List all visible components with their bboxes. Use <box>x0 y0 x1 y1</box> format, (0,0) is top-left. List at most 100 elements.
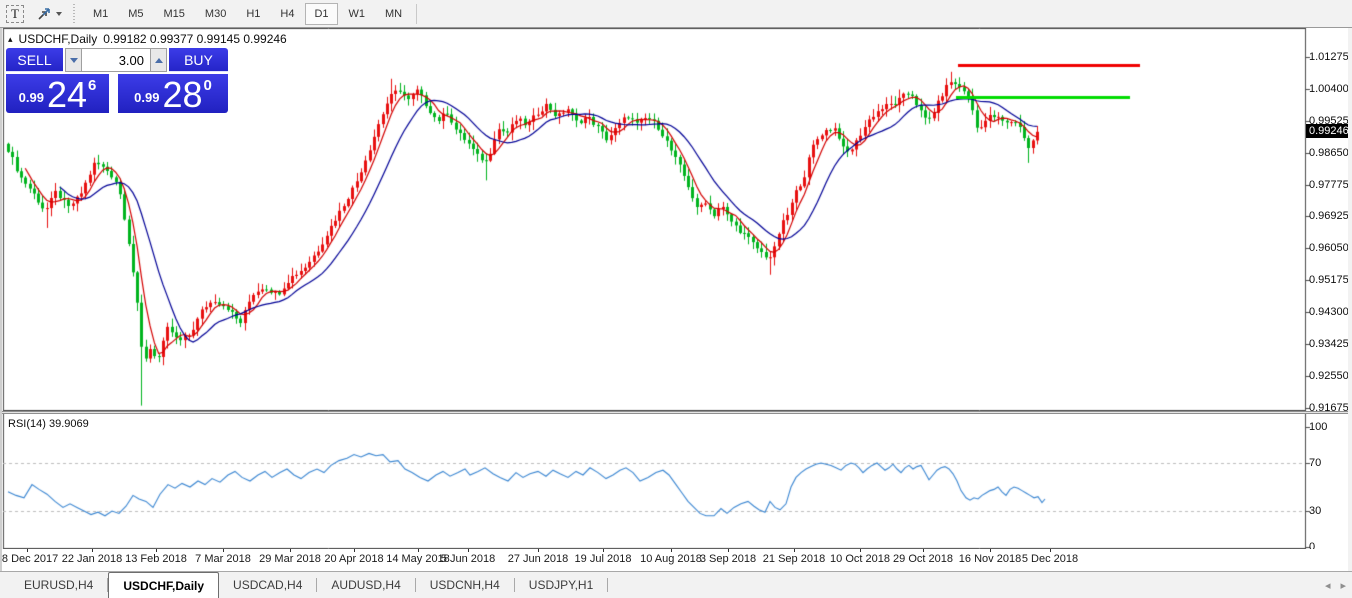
tabs-container: EURUSD,H4USDCHF,DailyUSDCAD,H4AUDUSD,H4U… <box>10 572 608 598</box>
rsi-chart-canvas[interactable] <box>0 414 1352 549</box>
arrows-tool-icon <box>36 6 52 22</box>
date-axis-label: 3 Sep 2018 <box>700 553 756 565</box>
date-tick <box>290 549 291 552</box>
date-tick <box>794 549 795 552</box>
sell-button[interactable]: SELL <box>6 48 63 72</box>
buy-price-big: 28 <box>162 80 202 110</box>
price-axis-label: 0.94300 <box>1309 306 1351 318</box>
window-left-edge <box>0 28 2 571</box>
timeframe-button-M5[interactable]: M5 <box>119 3 152 25</box>
buy-price-base: 0.99 <box>134 90 159 105</box>
sell-price-big: 24 <box>47 80 87 110</box>
date-axis-label: 29 Oct 2018 <box>893 553 953 565</box>
triangle-up-icon <box>155 58 163 63</box>
price-axis-label: 0.97775 <box>1309 179 1351 191</box>
dropdown-caret-icon <box>56 12 62 16</box>
current-price-badge: 0.99246 <box>1306 124 1352 138</box>
date-axis-label: 21 Sep 2018 <box>763 553 825 565</box>
date-axis-label: 10 Aug 2018 <box>640 553 702 565</box>
timeframe-group: M1M5M15M30H1H4D1W1MN <box>83 3 412 25</box>
sell-price-base: 0.99 <box>19 90 44 105</box>
date-tick <box>223 549 224 552</box>
timeframe-button-D1[interactable]: D1 <box>305 3 337 25</box>
chart-tabbar: EURUSD,H4USDCHF,DailyUSDCAD,H4AUDUSD,H4U… <box>0 571 1352 598</box>
date-axis-label: 5 Jun 2018 <box>441 553 495 565</box>
rsi-indicator-label: RSI(14) 39.9069 <box>8 418 89 430</box>
price-axis-label: 0.98650 <box>1309 147 1351 159</box>
arrows-tool-button[interactable] <box>31 2 67 26</box>
date-axis-label: 27 Jun 2018 <box>508 553 569 565</box>
date-axis-label: 5 Dec 2018 <box>1022 553 1078 565</box>
timeframe-button-H1[interactable]: H1 <box>237 3 269 25</box>
date-tick <box>418 549 419 552</box>
text-tool-button[interactable]: T <box>1 2 29 26</box>
timeframe-button-M30[interactable]: M30 <box>196 3 235 25</box>
date-tick <box>860 549 861 552</box>
timeframe-button-M15[interactable]: M15 <box>155 3 194 25</box>
date-tick <box>603 549 604 552</box>
tab-separator <box>607 578 608 592</box>
date-tick <box>671 549 672 552</box>
window-right-edge <box>1348 28 1352 571</box>
date-tick <box>923 549 924 552</box>
price-axis-label: 1.01275 <box>1309 51 1351 63</box>
date-axis-label: 29 Mar 2018 <box>259 553 321 565</box>
toolbar-grip[interactable] <box>72 4 77 24</box>
date-tick <box>728 549 729 552</box>
timeframe-button-W1[interactable]: W1 <box>340 3 375 25</box>
price-axis-label: 1.00400 <box>1309 83 1351 95</box>
date-tick <box>354 549 355 552</box>
one-click-trade-panel: SELL 3.00 BUY 0.99246 0.99280 <box>6 48 228 113</box>
date-axis-label: 16 Nov 2018 <box>959 553 1021 565</box>
tabs-scroll-right-arrow-icon[interactable]: ▸ <box>1340 579 1346 592</box>
date-tick <box>156 549 157 552</box>
date-tick <box>27 549 28 552</box>
rsi-axis-label: 30 <box>1309 505 1351 517</box>
chart-tab-AUDUSD-H4[interactable]: AUDUSD,H4 <box>317 572 414 598</box>
buy-price-display[interactable]: 0.99280 <box>118 74 228 113</box>
price-axis-label: 0.92550 <box>1309 370 1351 382</box>
date-tick <box>468 549 469 552</box>
rsi-axis-label: 70 <box>1309 457 1351 469</box>
date-tick <box>92 549 93 552</box>
ohlc-quotes: 0.99182 0.99377 0.99145 0.99246 <box>103 32 287 46</box>
timeframe-button-MN[interactable]: MN <box>376 3 411 25</box>
price-axis-label: 0.95175 <box>1309 274 1351 286</box>
tabs-scroll-left-arrow-icon[interactable]: ◂ <box>1325 579 1331 592</box>
chart-tab-USDCHF-Daily[interactable]: USDCHF,Daily <box>108 572 219 598</box>
price-axis-label: 0.96925 <box>1309 210 1351 222</box>
date-axis-label: 19 Jul 2018 <box>575 553 632 565</box>
date-axis: 28 Dec 201722 Jan 201813 Feb 20187 Mar 2… <box>0 549 1352 571</box>
sell-price-display[interactable]: 0.99246 <box>6 74 109 113</box>
timeframe-button-H4[interactable]: H4 <box>271 3 303 25</box>
chart-tab-USDCNH-H4[interactable]: USDCNH,H4 <box>416 572 514 598</box>
volume-decrease-button[interactable] <box>65 48 82 72</box>
symbol-label: USDCHF,Daily <box>19 32 98 46</box>
chart-tab-USDCAD-H4[interactable]: USDCAD,H4 <box>219 572 316 598</box>
rsi-axis-label: 100 <box>1309 421 1351 433</box>
tab-scroll-controls: ◂ ▸ <box>1325 572 1346 598</box>
date-axis-label: 22 Jan 2018 <box>62 553 123 565</box>
date-axis-label: 7 Mar 2018 <box>195 553 251 565</box>
volume-input[interactable]: 3.00 <box>82 48 150 72</box>
timeframe-button-M1[interactable]: M1 <box>84 3 117 25</box>
text-tool-icon: T <box>6 5 24 23</box>
trading-terminal-window: T M1M5M15M30H1H4D1W1MN ▴ USDCHF,Daily 0 <box>0 0 1352 598</box>
date-axis-label: 28 Dec 2017 <box>0 553 58 565</box>
volume-increase-button[interactable] <box>150 48 167 72</box>
sell-price-pip: 6 <box>88 77 96 94</box>
chart-tab-EURUSD-H4[interactable]: EURUSD,H4 <box>10 572 107 598</box>
toolbar: T M1M5M15M30H1H4D1W1MN <box>0 0 1352 28</box>
triangle-down-icon <box>70 58 78 63</box>
price-axis-label: 0.93425 <box>1309 338 1351 350</box>
date-tick <box>1050 549 1051 552</box>
date-axis-label: 10 Oct 2018 <box>830 553 890 565</box>
chart-area: ▴ USDCHF,Daily 0.99182 0.99377 0.99145 0… <box>0 28 1352 571</box>
chart-title: ▴ USDCHF,Daily 0.99182 0.99377 0.99145 0… <box>8 32 287 46</box>
buy-button[interactable]: BUY <box>169 48 228 72</box>
price-axis-label: 0.96050 <box>1309 242 1351 254</box>
date-tick <box>538 549 539 552</box>
collapse-marker-icon[interactable]: ▴ <box>8 34 13 45</box>
price-axis-label: 0.91675 <box>1309 402 1351 414</box>
chart-tab-USDJPY-H1[interactable]: USDJPY,H1 <box>515 572 607 598</box>
